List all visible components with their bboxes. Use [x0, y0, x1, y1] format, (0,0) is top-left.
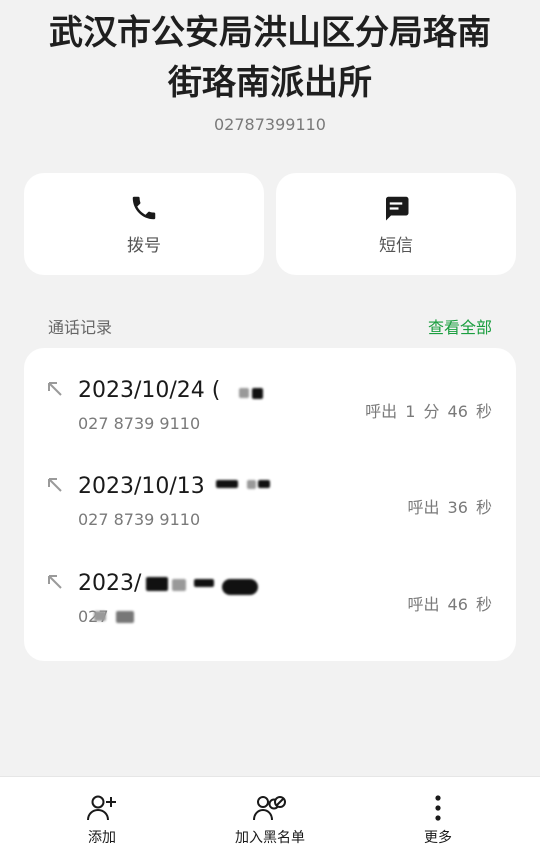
- dial-label: 拨号: [127, 235, 161, 256]
- outgoing-call-icon: [48, 478, 62, 492]
- call-date: 2023/10/24 (: [78, 378, 221, 403]
- call-log-title: 通话记录: [48, 318, 113, 337]
- call-log-item[interactable]: 2023/ 027 呼出 46 秒: [24, 541, 516, 631]
- sms-label: 短信: [379, 235, 413, 256]
- redacted-block: [258, 480, 270, 488]
- redacted-block: [222, 579, 258, 595]
- call-duration: 呼出 1 分 46 秒: [365, 402, 492, 421]
- redacted-block: [247, 480, 256, 489]
- redacted-block: [239, 388, 249, 398]
- add-contact-button[interactable]: 添加: [22, 777, 182, 860]
- redacted-block: [172, 579, 186, 591]
- block-person-icon: [253, 796, 286, 821]
- dial-button[interactable]: 拨号: [24, 173, 264, 275]
- call-duration: 呼出 46 秒: [407, 595, 492, 614]
- view-all-link[interactable]: 查看全部: [428, 314, 492, 338]
- redacted-block: [194, 579, 214, 587]
- contact-name-line1: 武汉市公安局洪山区分局珞南: [49, 13, 491, 53]
- call-log-list: 2023/10/24 ( 027 8739 9110 呼出 1 分 46 秒 2…: [24, 348, 516, 661]
- more-button[interactable]: 更多: [358, 777, 518, 860]
- phone-icon: [132, 196, 156, 219]
- add-contact-label: 添加: [88, 830, 116, 846]
- block-button[interactable]: 加入黑名单: [190, 777, 350, 860]
- redacted-block: [146, 577, 168, 591]
- call-date: 2023/10/13: [78, 474, 205, 499]
- block-label: 加入黑名单: [235, 830, 305, 846]
- redacted-block: [94, 611, 106, 621]
- call-date: 2023/: [78, 571, 142, 596]
- add-person-icon: [87, 795, 116, 821]
- sms-button[interactable]: 短信: [276, 173, 516, 275]
- outgoing-call-icon: [48, 382, 62, 396]
- redacted-block: [216, 480, 238, 488]
- bottom-action-bar: 添加 加入黑名单 更多: [0, 776, 540, 860]
- contact-name: 武汉市公安局洪山区分局珞南 街珞南派出所: [20, 8, 520, 108]
- redacted-block: [116, 611, 134, 623]
- outgoing-call-icon: [48, 575, 62, 589]
- contact-number: 02787399110: [214, 115, 326, 134]
- call-number: 027 8739 9110: [78, 510, 201, 529]
- call-number: 027 8739 9110: [78, 414, 201, 433]
- more-vertical-icon: [435, 795, 441, 821]
- call-duration: 呼出 36 秒: [407, 498, 492, 517]
- contact-name-line2: 街珞南派出所: [168, 63, 372, 103]
- call-log-item[interactable]: 2023/10/13 027 8739 9110 呼出 36 秒: [24, 444, 516, 534]
- more-label: 更多: [424, 830, 452, 846]
- message-icon: [386, 196, 409, 220]
- redacted-block: [252, 388, 263, 399]
- call-log-item[interactable]: 2023/10/24 ( 027 8739 9110 呼出 1 分 46 秒: [24, 348, 516, 438]
